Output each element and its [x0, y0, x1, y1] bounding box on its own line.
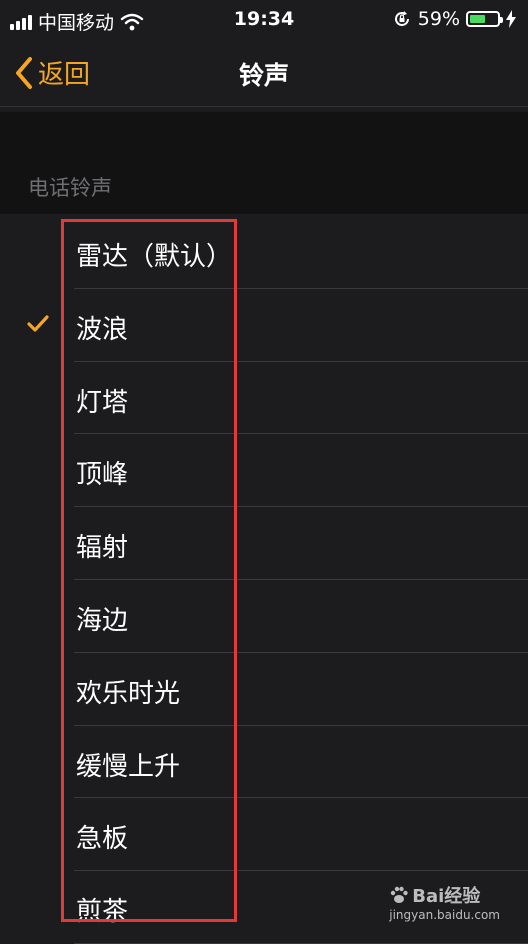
- ringtone-label: 灯塔: [76, 387, 129, 418]
- ringtone-row[interactable]: 雷达（默认）: [0, 216, 528, 289]
- watermark-brand: Bai经验: [412, 886, 481, 907]
- ringtone-label: 辐射: [76, 533, 129, 564]
- ringtone-row[interactable]: 波浪: [0, 289, 528, 362]
- section-header: 电话铃声: [0, 112, 528, 214]
- navigation-bar: 返回 铃声: [0, 40, 528, 107]
- ringtone-row[interactable]: 急板: [0, 798, 528, 872]
- paw-icon: [391, 886, 408, 903]
- ringtone-row[interactable]: 海边: [0, 580, 528, 653]
- ringtone-label: 急板: [76, 824, 129, 855]
- charging-bolt-icon: [506, 10, 516, 28]
- ringtone-row[interactable]: 顶峰: [0, 434, 528, 508]
- ringtone-row[interactable]: 灯塔: [0, 362, 528, 435]
- ringtone-row[interactable]: 欢乐时光: [0, 653, 528, 726]
- rotation-lock-icon: [394, 11, 409, 26]
- status-bar: 中国移动 19:34 59%: [0, 0, 528, 40]
- baidu-watermark: Bai经验 jingyan.baidu.com: [389, 882, 500, 922]
- status-right: 59%: [392, 8, 516, 30]
- ringtone-row[interactable]: 缓慢上升: [0, 726, 528, 799]
- watermark-url: jingyan.baidu.com: [389, 908, 500, 922]
- ringtone-row[interactable]: 辐射: [0, 507, 528, 580]
- ringtone-label: 波浪: [76, 314, 129, 345]
- ringtone-list: 雷达（默认） 波浪 灯塔 顶峰 辐射 海边 欢乐时光 缓慢上升 急板 煎茶: [0, 216, 528, 944]
- battery-icon: [466, 11, 503, 27]
- ringtone-label: 欢乐时光: [76, 678, 181, 709]
- section-header-label: 电话铃声: [28, 176, 112, 200]
- ringtone-label: 海边: [76, 605, 129, 636]
- checkmark-icon: [27, 315, 49, 332]
- page-title: 铃声: [238, 61, 289, 90]
- ringtone-label: 顶峰: [76, 460, 129, 491]
- ringtone-label: 缓慢上升: [76, 751, 181, 782]
- ringtone-label: 雷达（默认）: [76, 242, 233, 272]
- ringtone-label: 煎茶: [76, 897, 129, 928]
- battery-percent: 59%: [417, 8, 460, 30]
